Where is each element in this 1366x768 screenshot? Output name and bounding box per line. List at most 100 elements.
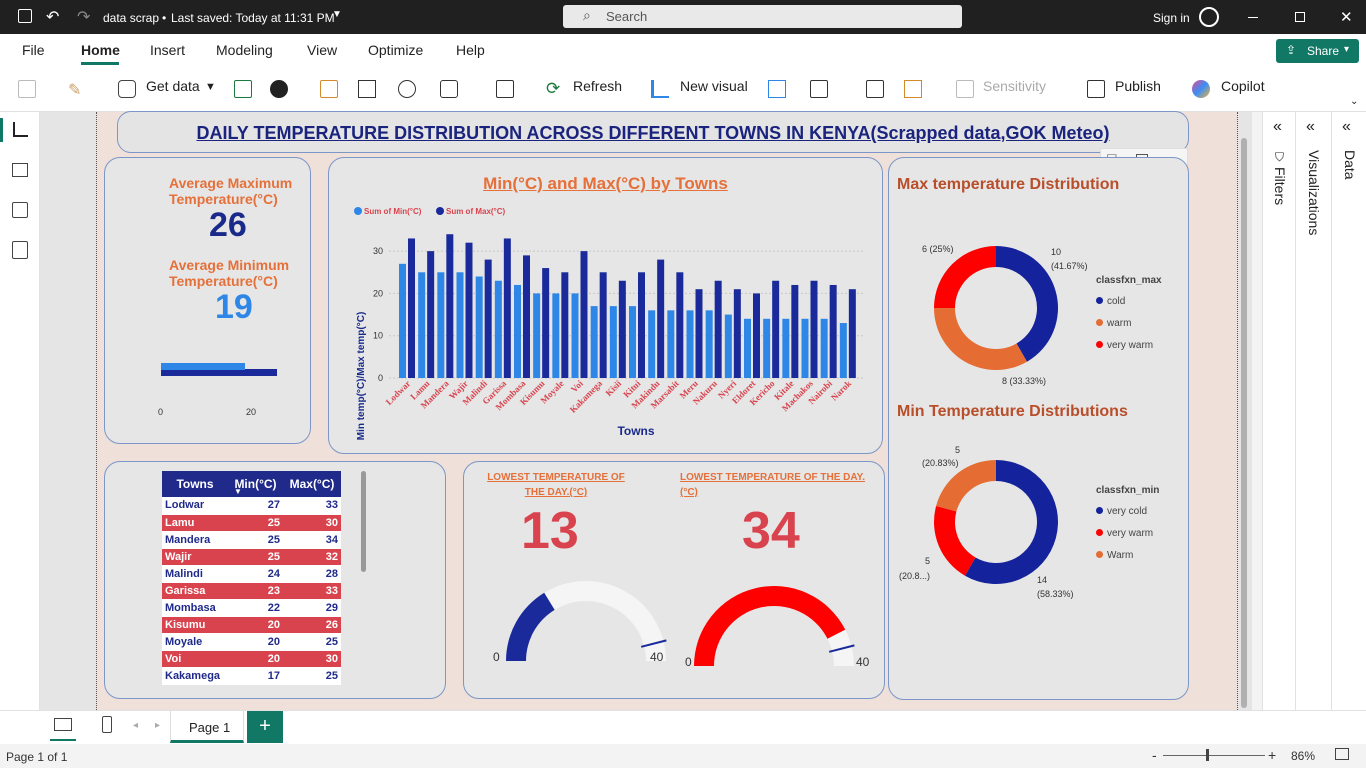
more-visuals-icon[interactable] [810,80,828,98]
chevron-down-icon[interactable]: ▼ [332,9,342,20]
recent-sources-icon[interactable] [440,80,458,98]
data-label[interactable]: Data [1342,150,1358,180]
table-row[interactable]: Garissa 23 33 [162,582,341,600]
enter-data-icon[interactable] [358,80,376,98]
menu-help[interactable]: Help [456,42,485,58]
col-min[interactable]: Min(°C) ▼ [228,471,283,497]
expand-data-icon[interactable]: « [1342,118,1351,136]
undo-icon[interactable]: ↶ [46,7,59,27]
zoom-in-icon[interactable]: + [1268,747,1276,763]
menu-view[interactable]: View [307,42,337,58]
menu-optimize[interactable]: Optimize [368,42,423,58]
paste-icon[interactable] [18,80,36,98]
calculator-icon[interactable] [866,80,884,98]
table-row[interactable]: Malindi 24 28 [162,565,341,583]
collapse-ribbon-icon[interactable]: ⌄ [1350,96,1358,107]
dataverse-icon[interactable] [398,80,416,98]
expand-filters-icon[interactable]: « [1273,118,1282,136]
quick-measure-icon[interactable] [904,80,922,98]
table-row[interactable]: Mombasa 22 29 [162,599,341,617]
sensitivity-button[interactable]: Sensitivity [983,78,1046,94]
data-pane[interactable]: « Data [1332,112,1366,710]
filters-label[interactable]: Filters [1272,167,1288,205]
bar-chart-card[interactable]: Min(°C) and Max(°C) by Towns Sum of Min(… [328,157,883,454]
prev-page-icon[interactable]: ◂ [133,720,138,731]
last-saved[interactable]: Last saved: Today at 11:31 PM [171,11,335,25]
copilot-icon[interactable] [1192,80,1210,98]
menu-insert[interactable]: Insert [150,42,185,58]
report-view-icon[interactable] [13,122,28,137]
legend-item[interactable]: very warm [1096,528,1153,539]
legend-item[interactable]: very cold [1096,506,1147,517]
cell-max: 28 [283,565,341,583]
menu-home[interactable]: Home [81,42,120,58]
redo-icon[interactable]: ↷ [77,7,90,27]
legend-item[interactable]: Warm [1096,550,1133,561]
get-data-button[interactable]: Get data [146,78,200,94]
bar-max [618,280,626,378]
table-row[interactable]: Wajir 25 32 [162,548,341,566]
add-page-button[interactable]: + [247,711,283,743]
sensitivity-icon[interactable] [956,80,974,98]
mobile-layout-icon[interactable] [102,716,112,733]
filters-pane[interactable]: « ⛉ Filters [1262,112,1296,710]
search-input[interactable]: ⌕ Search [563,5,962,28]
col-max[interactable]: Max(°C) [283,471,341,497]
menu-file[interactable]: File [22,42,45,58]
publish-button[interactable]: Publish [1115,78,1161,94]
avg-max-bar [161,369,277,376]
refresh-icon[interactable]: ⟳ [546,79,564,98]
save-icon[interactable] [18,9,32,23]
cell-min: 20 [228,633,283,651]
publish-icon[interactable] [1087,80,1105,98]
visualizations-label[interactable]: Visualizations [1306,150,1322,235]
zoom-slider[interactable] [1163,749,1265,761]
new-visual-button[interactable]: New visual [680,78,748,94]
table-row[interactable]: Mandera 25 34 [162,531,341,549]
table-row[interactable]: Kakamega 17 25 [162,667,341,685]
transform-data-icon[interactable] [496,80,514,98]
towns-table[interactable]: Towns Min(°C) ▼ Max(°C) Lodwar 27 33 Lamu 25 3… [162,471,341,685]
minimize-icon[interactable] [1248,17,1258,18]
menu-modeling[interactable]: Modeling [216,42,273,58]
zoom-slider-handle[interactable] [1206,749,1209,761]
sql-icon[interactable] [320,80,338,98]
table-view-icon[interactable] [12,163,28,177]
table-row[interactable]: Moyale 20 25 [162,633,341,651]
table-row[interactable]: Kisumu 20 26 [162,616,341,634]
excel-icon[interactable] [234,80,252,98]
model-view-icon[interactable] [12,202,28,218]
fit-to-page-icon[interactable] [1335,748,1349,760]
legend-dot [1096,529,1103,536]
table-row[interactable]: Lamu 25 30 [162,514,341,532]
vertical-scrollbar[interactable] [1241,138,1247,708]
table-scrollbar[interactable] [361,471,366,572]
onelake-icon[interactable] [270,80,288,98]
tab-page-1[interactable]: Page 1 [170,711,244,743]
table-row[interactable]: Voi 20 30 [162,650,341,668]
legend-item[interactable]: warm [1096,318,1131,329]
col-towns[interactable]: Towns [162,471,228,497]
format-painter-icon[interactable]: ✎ [68,80,86,99]
chevron-down-icon[interactable]: ▼ [205,81,216,93]
next-page-icon[interactable]: ▸ [155,720,160,731]
maximize-icon[interactable] [1295,12,1305,22]
copilot-button[interactable]: Copilot [1221,78,1265,94]
expand-visualizations-icon[interactable]: « [1306,118,1315,136]
close-icon[interactable]: ✕ [1340,8,1353,26]
new-visual-icon[interactable] [651,80,669,98]
visualizations-pane[interactable]: « Visualizations [1296,112,1332,710]
refresh-button[interactable]: Refresh [573,78,622,94]
text-box-icon[interactable] [768,80,786,98]
database-icon[interactable] [118,80,136,98]
share-button[interactable]: ⇪ Share ▾ [1276,39,1359,63]
legend-item[interactable]: cold [1096,296,1125,307]
desktop-layout-icon[interactable] [54,718,72,731]
table-row[interactable]: Lodwar 27 33 [162,497,341,515]
zoom-out-icon[interactable]: - [1152,747,1157,763]
account-icon[interactable] [1199,7,1219,27]
sign-in-link[interactable]: Sign in [1153,11,1190,25]
zoom-level[interactable]: 86% [1291,749,1315,763]
dax-query-view-icon[interactable] [12,241,28,259]
legend-item[interactable]: very warm [1096,340,1153,351]
